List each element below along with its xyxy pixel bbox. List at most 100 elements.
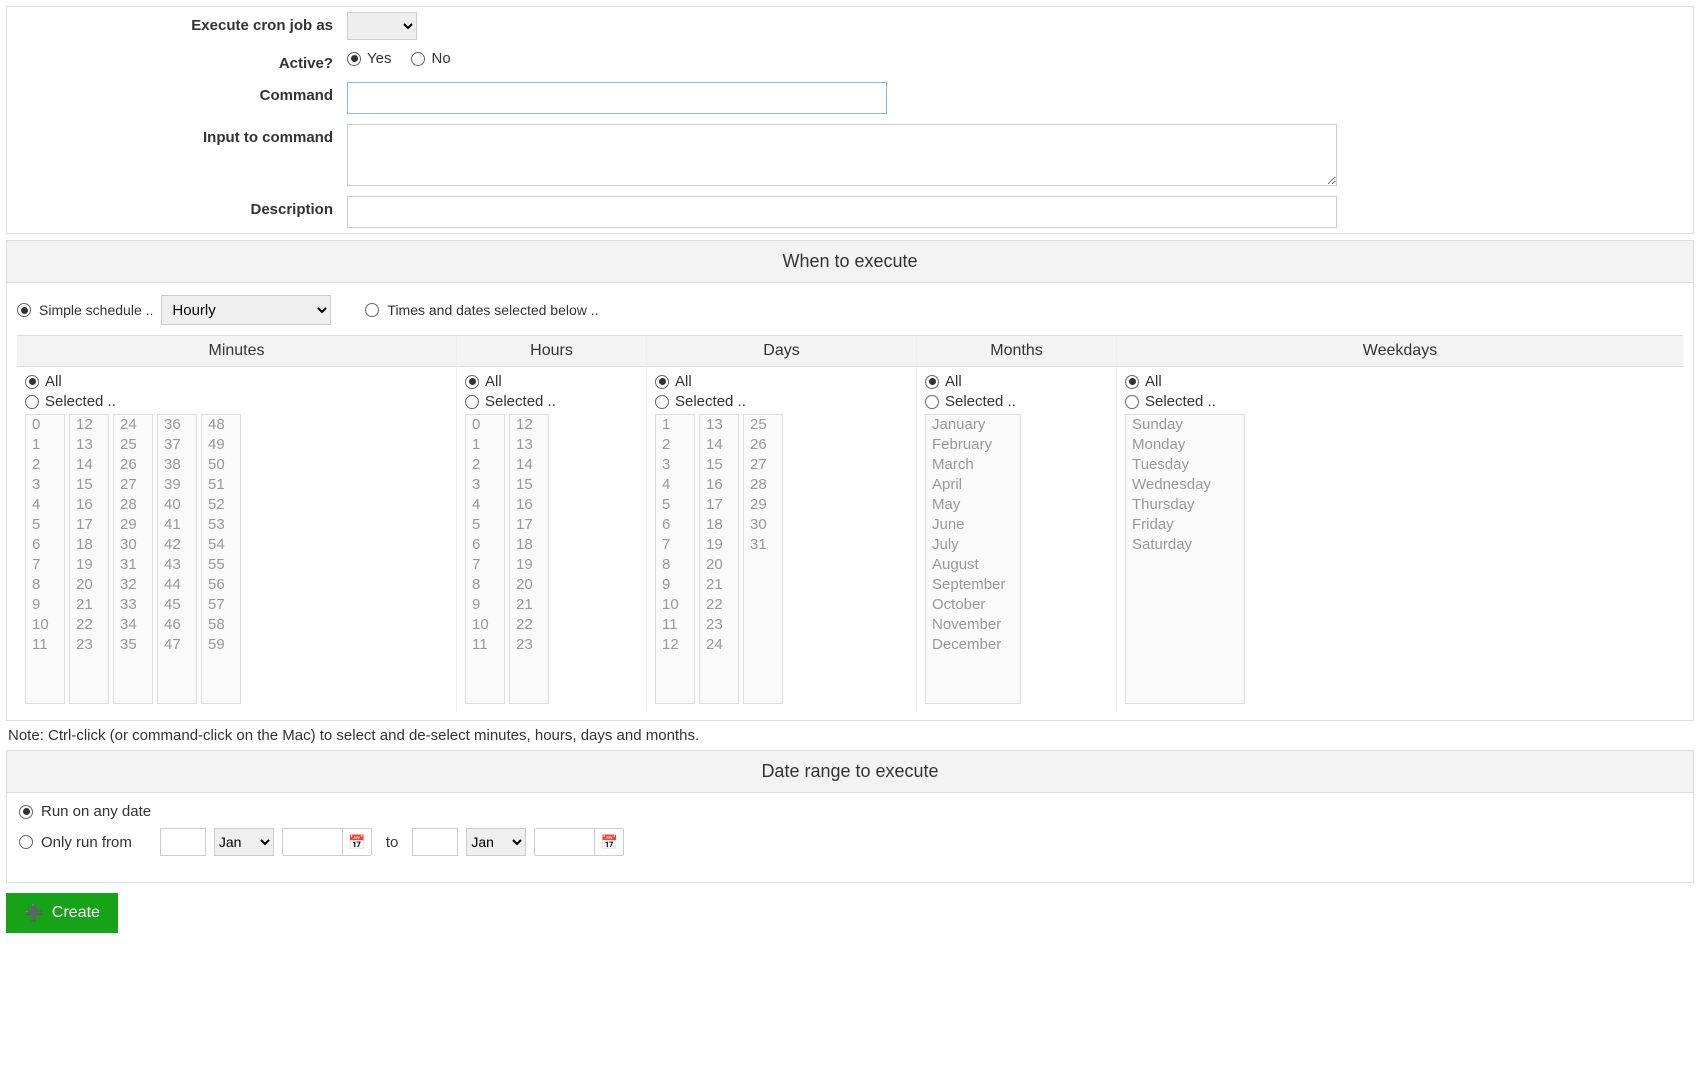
only-run-from-radio[interactable]: [19, 835, 33, 849]
list-item[interactable]: 19: [510, 555, 548, 575]
run-any-date-radio[interactable]: [19, 805, 33, 819]
list-item[interactable]: 15: [70, 475, 108, 495]
list-item[interactable]: 12: [510, 415, 548, 435]
list-box[interactable]: 121314151617181920212223: [509, 414, 549, 704]
to-month-select[interactable]: Jan: [466, 828, 526, 856]
list-item[interactable]: 10: [466, 615, 504, 635]
input-to-command-textarea[interactable]: [347, 124, 1337, 186]
list-item[interactable]: 25: [114, 435, 152, 455]
list-item[interactable]: 6: [466, 535, 504, 555]
list-item[interactable]: 23: [700, 615, 738, 635]
list-item[interactable]: 47: [158, 635, 196, 655]
list-item[interactable]: 22: [70, 615, 108, 635]
months-all-radio[interactable]: [925, 375, 939, 389]
list-item[interactable]: 31: [744, 535, 782, 555]
list-item[interactable]: 32: [114, 575, 152, 595]
list-item[interactable]: 7: [26, 555, 64, 575]
list-item[interactable]: 15: [510, 475, 548, 495]
list-item[interactable]: 12: [656, 635, 694, 655]
list-item[interactable]: 5: [26, 515, 64, 535]
list-item[interactable]: 12: [70, 415, 108, 435]
list-item[interactable]: 19: [700, 535, 738, 555]
list-item[interactable]: 44: [158, 575, 196, 595]
list-item[interactable]: 10: [656, 595, 694, 615]
active-yes-radio[interactable]: [347, 52, 361, 66]
list-item[interactable]: 16: [510, 495, 548, 515]
list-item[interactable]: May: [926, 495, 1020, 515]
weekdays-all-radio[interactable]: [1125, 375, 1139, 389]
list-box[interactable]: 484950515253545556575859: [201, 414, 241, 704]
list-item[interactable]: 30: [744, 515, 782, 535]
from-month-select[interactable]: Jan: [214, 828, 274, 856]
from-day-input[interactable]: [160, 828, 206, 856]
list-item[interactable]: 6: [26, 535, 64, 555]
list-item[interactable]: 1: [656, 415, 694, 435]
list-item[interactable]: 18: [510, 535, 548, 555]
list-item[interactable]: September: [926, 575, 1020, 595]
list-item[interactable]: 22: [700, 595, 738, 615]
months-selected-radio[interactable]: [925, 395, 939, 409]
list-item[interactable]: 35: [114, 635, 152, 655]
hours-selected-radio[interactable]: [465, 395, 479, 409]
list-box[interactable]: 25262728293031: [743, 414, 783, 704]
list-item[interactable]: April: [926, 475, 1020, 495]
hours-all-radio[interactable]: [465, 375, 479, 389]
weekdays-selected-radio[interactable]: [1125, 395, 1139, 409]
days-all-radio[interactable]: [655, 375, 669, 389]
custom-schedule-radio[interactable]: [365, 303, 379, 317]
list-box[interactable]: 242526272829303132333435: [113, 414, 153, 704]
list-item[interactable]: 26: [744, 435, 782, 455]
list-item[interactable]: 24: [114, 415, 152, 435]
list-item[interactable]: Tuesday: [1126, 455, 1244, 475]
list-item[interactable]: 8: [466, 575, 504, 595]
list-item[interactable]: 13: [70, 435, 108, 455]
list-item[interactable]: 38: [158, 455, 196, 475]
list-item[interactable]: 40: [158, 495, 196, 515]
list-item[interactable]: 2: [656, 435, 694, 455]
list-item[interactable]: July: [926, 535, 1020, 555]
list-item[interactable]: 52: [202, 495, 240, 515]
list-item[interactable]: 11: [466, 635, 504, 655]
list-item[interactable]: November: [926, 615, 1020, 635]
list-item[interactable]: 34: [114, 615, 152, 635]
list-item[interactable]: 18: [700, 515, 738, 535]
list-item[interactable]: 16: [70, 495, 108, 515]
list-item[interactable]: 57: [202, 595, 240, 615]
list-box[interactable]: 131415161718192021222324: [699, 414, 739, 704]
list-item[interactable]: 27: [744, 455, 782, 475]
list-item[interactable]: 15: [700, 455, 738, 475]
active-no-radio[interactable]: [411, 52, 425, 66]
list-item[interactable]: 21: [70, 595, 108, 615]
list-item[interactable]: 9: [656, 575, 694, 595]
list-item[interactable]: Monday: [1126, 435, 1244, 455]
list-item[interactable]: 7: [466, 555, 504, 575]
list-item[interactable]: February: [926, 435, 1020, 455]
list-item[interactable]: 26: [114, 455, 152, 475]
list-item[interactable]: 51: [202, 475, 240, 495]
list-item[interactable]: 13: [700, 415, 738, 435]
list-item[interactable]: 54: [202, 535, 240, 555]
list-item[interactable]: 20: [70, 575, 108, 595]
list-item[interactable]: October: [926, 595, 1020, 615]
list-item[interactable]: December: [926, 635, 1020, 655]
list-item[interactable]: 43: [158, 555, 196, 575]
list-item[interactable]: 36: [158, 415, 196, 435]
list-item[interactable]: 29: [114, 515, 152, 535]
list-box[interactable]: 01234567891011: [465, 414, 505, 704]
list-item[interactable]: 37: [158, 435, 196, 455]
list-item[interactable]: 13: [510, 435, 548, 455]
list-item[interactable]: 1: [466, 435, 504, 455]
list-item[interactable]: 11: [656, 615, 694, 635]
list-item[interactable]: 55: [202, 555, 240, 575]
list-item[interactable]: 5: [656, 495, 694, 515]
list-item[interactable]: 6: [656, 515, 694, 535]
list-box[interactable]: 123456789101112: [655, 414, 695, 704]
list-item[interactable]: 14: [70, 455, 108, 475]
list-item[interactable]: 41: [158, 515, 196, 535]
list-item[interactable]: 28: [744, 475, 782, 495]
list-item[interactable]: 0: [466, 415, 504, 435]
list-item[interactable]: March: [926, 455, 1020, 475]
list-item[interactable]: 25: [744, 415, 782, 435]
list-item[interactable]: 17: [70, 515, 108, 535]
list-item[interactable]: Saturday: [1126, 535, 1244, 555]
